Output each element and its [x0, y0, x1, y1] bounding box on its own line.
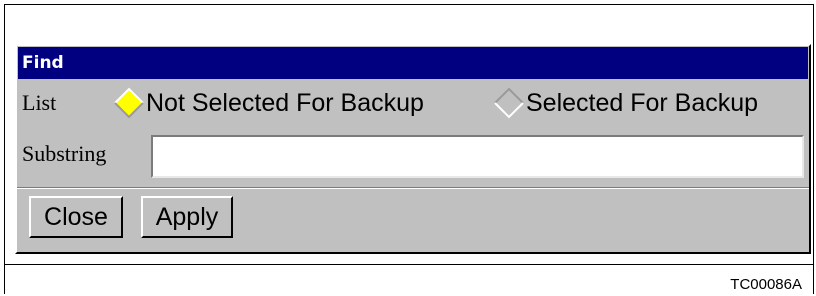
divider: [4, 264, 814, 265]
divider: [17, 187, 809, 189]
list-label: List: [22, 90, 57, 115]
list-row: List Not Selected For Backup Selected Fo…: [17, 80, 809, 124]
figure-id: TC00086A: [730, 276, 802, 293]
radio-label: Not Selected For Backup: [146, 88, 424, 117]
radio-not-selected-for-backup[interactable]: Not Selected For Backup: [113, 87, 424, 119]
radio-selected-for-backup[interactable]: Selected For Backup: [493, 87, 759, 119]
diamond-radio-unselected-icon: [494, 87, 524, 119]
close-button[interactable]: Close: [29, 196, 123, 238]
radio-label: Selected For Backup: [526, 88, 759, 117]
substring-row: Substring: [17, 128, 809, 180]
dialog-title: Find: [18, 47, 808, 79]
apply-button[interactable]: Apply: [141, 196, 233, 238]
substring-label: Substring: [22, 141, 107, 166]
substring-input[interactable]: [151, 135, 804, 178]
diamond-radio-selected-icon: [114, 87, 144, 119]
find-dialog: Find List Not Selected For Backup Select…: [15, 44, 811, 254]
